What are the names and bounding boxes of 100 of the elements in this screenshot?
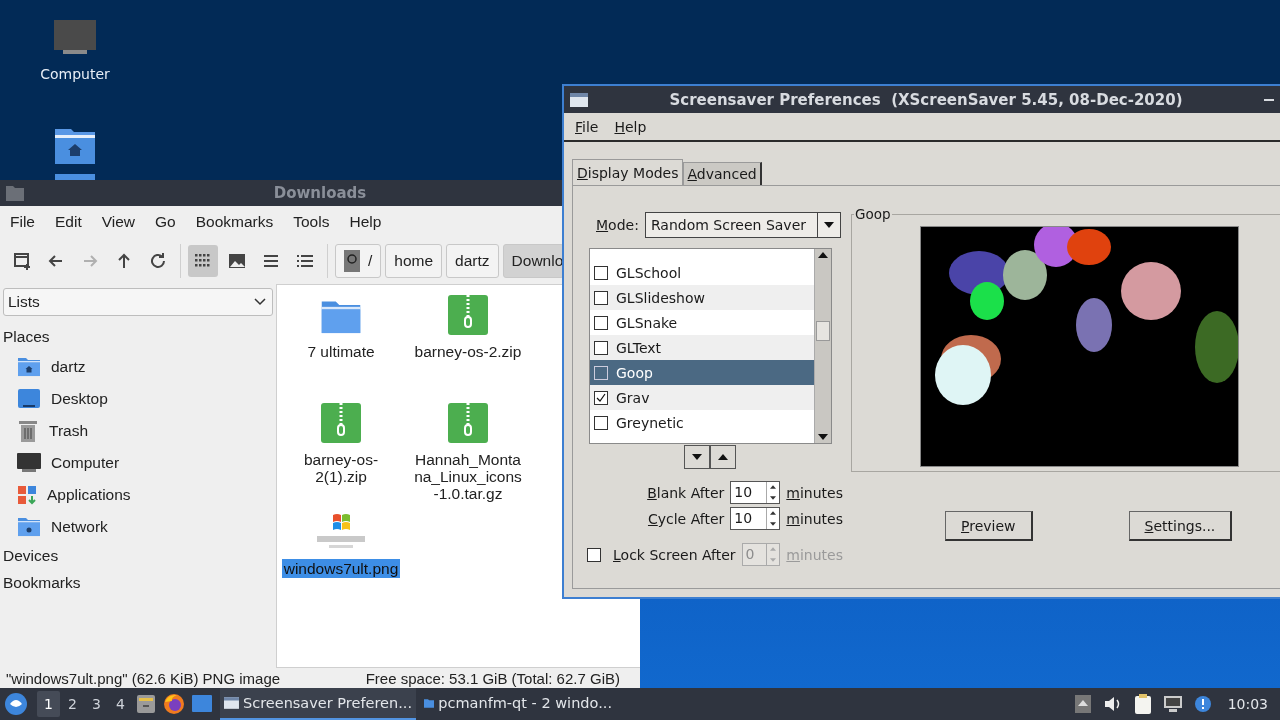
workspace-button[interactable]: 2 [61, 691, 84, 717]
chevron-down-icon [254, 298, 266, 306]
list-row[interactable]: Grav [590, 385, 814, 410]
down-triangle-icon [818, 434, 828, 440]
unit-label: minutes [786, 484, 843, 501]
list-row[interactable]: GLSlideshow [590, 285, 814, 310]
start-menu-icon[interactable] [4, 692, 28, 716]
unit-label: minutes [786, 510, 843, 527]
menu-item[interactable]: Tools [283, 213, 340, 231]
icons-view-icon[interactable] [188, 245, 218, 277]
up-triangle-icon [770, 547, 777, 552]
scrollbar[interactable] [814, 249, 831, 443]
taskbar-task[interactable]: Screensaver Preferen... [220, 688, 416, 720]
home-folder-icon[interactable] [55, 129, 95, 180]
section-heading[interactable]: Places [3, 324, 273, 351]
list-row[interactable]: Goop [590, 360, 814, 385]
desktop-icon [191, 694, 213, 714]
checkbox[interactable] [594, 390, 608, 405]
monitor-icon [17, 452, 41, 474]
clipboard-icon [1133, 694, 1152, 714]
timer-label: Cycle After [647, 510, 725, 527]
up-triangle-icon [818, 252, 828, 258]
file-name[interactable]: 7 ultimate [307, 343, 375, 360]
menu-item[interactable]: View [91, 213, 146, 231]
menu-item[interactable]: File [567, 118, 607, 135]
zip-archive-icon [448, 295, 488, 335]
window-icon [224, 696, 239, 710]
up-triangle-icon [770, 485, 777, 490]
checkbox[interactable] [594, 315, 608, 330]
file-cabinet-icon [136, 694, 156, 714]
path-segment[interactable]: home [385, 244, 443, 278]
down-triangle-icon [770, 557, 777, 562]
network-folder-icon [17, 516, 41, 538]
file-name[interactable]: barney-os-2.zip [414, 343, 522, 360]
up-triangle-icon [770, 511, 777, 516]
timer-label: Blank After [647, 484, 725, 501]
menu-item[interactable]: Bookmarks [185, 213, 284, 231]
window-icon [570, 92, 588, 107]
place-item[interactable]: Trash [3, 415, 273, 447]
mode-dropdown[interactable]: Random Screen Saver [644, 212, 841, 238]
dialog-button[interactable]: Preview [945, 511, 1033, 541]
list-row[interactable]: GLText [590, 335, 814, 360]
clock: 10:03 [1227, 696, 1268, 712]
spin-field[interactable]: 10 [730, 481, 781, 504]
speaker-icon [1103, 696, 1122, 712]
up-triangle-icon [718, 454, 728, 460]
zip-archive-icon [448, 403, 488, 443]
spin-field[interactable]: 10 [730, 507, 781, 530]
path-segment[interactable]: / [335, 244, 382, 278]
section-heading[interactable]: Bookmarks [3, 570, 273, 597]
workspace-button[interactable]: 1 [37, 691, 60, 717]
down-triangle-icon [823, 222, 834, 228]
scrollbar-thumb[interactable] [816, 321, 830, 341]
desktop-icon [17, 388, 41, 410]
path-segment[interactable]: Downlo [502, 244, 565, 278]
drive-icon [344, 250, 360, 272]
eject-icon [1074, 695, 1091, 713]
side-pane-view-dropdown[interactable]: Lists [3, 288, 273, 316]
checkbox[interactable] [594, 290, 608, 305]
desktop-icon-label: Computer [40, 66, 110, 82]
checkbox[interactable] [594, 415, 608, 430]
menu-item[interactable]: Edit [45, 213, 92, 231]
tray-button[interactable] [1161, 693, 1184, 715]
down-triangle-icon [770, 521, 777, 526]
home-folder-icon [17, 356, 41, 378]
window-title: Screensaver Preferences (XScreenSaver 5.45, 08-Dec-2020) [668, 90, 1184, 109]
move-up-button[interactable] [710, 445, 736, 469]
workspace-button[interactable]: 4 [109, 691, 132, 717]
down-triangle-icon [770, 495, 777, 500]
dialog-button[interactable]: Settings... [1128, 511, 1233, 541]
place-item[interactable]: Network [3, 511, 273, 543]
preview-title: Goop [854, 206, 892, 222]
section-heading[interactable]: Devices [3, 543, 273, 570]
tab[interactable]: Advanced [682, 162, 762, 185]
file-name[interactable]: windows7ult.png [281, 559, 401, 578]
place-item[interactable]: Applications [3, 479, 273, 511]
fox-globe-icon [163, 693, 185, 715]
place-item[interactable]: dartz [3, 351, 273, 383]
menu-item[interactable]: Go [145, 213, 186, 231]
file-name[interactable]: barney-os-2(1).zip [285, 451, 397, 485]
applications-icon [17, 485, 37, 505]
menu-item[interactable]: Help [339, 213, 392, 231]
timer-label: Lock Screen After [613, 546, 736, 563]
menu-item[interactable]: Help [606, 118, 655, 135]
unit-label: minutes [786, 546, 843, 563]
place-item[interactable]: Computer [3, 447, 273, 479]
checkbox[interactable] [594, 265, 608, 280]
path-segment[interactable]: dartz [446, 244, 499, 278]
zip-archive-icon [321, 403, 361, 443]
move-down-button[interactable] [684, 445, 710, 469]
place-item[interactable]: Desktop [3, 383, 273, 415]
file-name[interactable]: Hannah_Montana_Linux_icons-1.0.tar.gz [412, 451, 524, 502]
free-space-text: Free space: 53.1 GiB (Total: 62.7 GiB) [365, 669, 620, 687]
taskbar-task[interactable]: pcmanfm-qt - 2 windo... [420, 688, 616, 720]
workspace-button[interactable]: 3 [85, 691, 108, 717]
minimize-icon[interactable] [1264, 98, 1274, 101]
checkbox[interactable] [594, 340, 608, 355]
down-triangle-icon [692, 454, 702, 460]
menu-item[interactable]: File [0, 213, 45, 231]
tab[interactable]: Display Modes [572, 159, 683, 185]
